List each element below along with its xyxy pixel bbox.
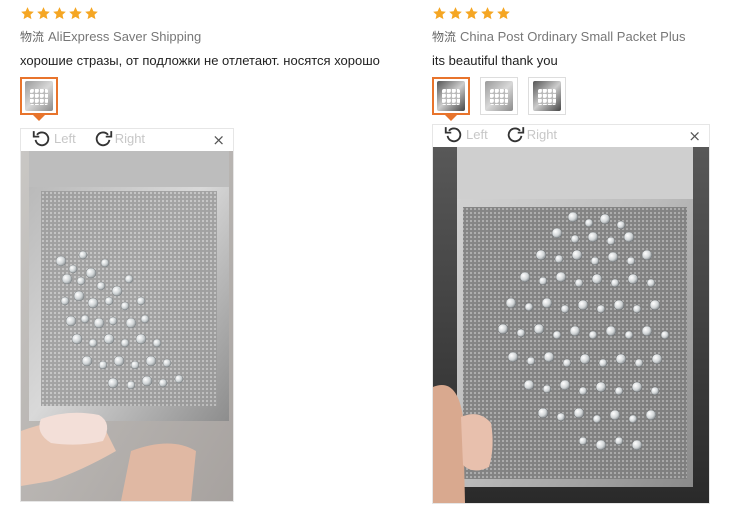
star-icon — [52, 6, 67, 21]
rotate-left-icon — [444, 127, 462, 143]
rotate-right-icon — [95, 131, 112, 147]
review-thumbnails — [20, 77, 420, 121]
image-viewer-2: Left Right × — [432, 124, 710, 504]
rotate-right-label: Right — [114, 130, 146, 146]
star-icon — [464, 6, 479, 21]
rotate-left-button[interactable]: Left — [443, 123, 488, 145]
image-viewer-1: Left Right × — [20, 128, 234, 502]
rotate-left-label: Left — [54, 130, 76, 146]
close-icon[interactable]: × — [212, 131, 225, 149]
star-icon — [36, 6, 51, 21]
rotate-right-icon — [507, 127, 524, 143]
shipping-info: 物流 China Post Ordinary Small Packet Plus — [432, 29, 742, 45]
rotate-right-button[interactable]: Right — [92, 127, 145, 149]
review-photo — [21, 151, 233, 501]
star-icon — [480, 6, 495, 21]
rotate-left-icon — [32, 131, 50, 147]
review-text: its beautiful thank you — [432, 53, 558, 68]
review-thumbnails — [432, 77, 742, 121]
shipping-info: 物流 AliExpress Saver Shipping — [20, 29, 420, 45]
star-rating — [20, 5, 420, 21]
rotate-right-label: Right — [526, 126, 558, 142]
star-icon — [68, 6, 83, 21]
review-thumbnail[interactable] — [432, 77, 470, 121]
star-icon — [448, 6, 463, 21]
star-icon — [496, 6, 511, 21]
shipping-method: AliExpress Saver Shipping — [48, 29, 202, 44]
star-icon — [20, 6, 35, 21]
rotate-left-button[interactable]: Left — [31, 127, 76, 149]
shipping-key: 物流 — [432, 30, 457, 44]
viewer-toolbar: Left Right × — [21, 127, 233, 149]
star-icon — [432, 6, 447, 21]
review-photo — [433, 147, 709, 503]
review-card-1: 物流 AliExpress Saver Shipping хорошие стра… — [20, 0, 420, 121]
rotate-right-button[interactable]: Right — [504, 123, 557, 145]
review-card-2: 物流 China Post Ordinary Small Packet Plus … — [432, 0, 742, 121]
star-rating — [432, 5, 742, 21]
review-thumbnail[interactable] — [20, 77, 58, 121]
close-icon[interactable]: × — [688, 127, 701, 145]
shipping-method: China Post Ordinary Small Packet Plus — [460, 29, 686, 44]
review-text: хорошие стразы, от подложки не отлетают.… — [20, 53, 380, 68]
shipping-key: 物流 — [20, 30, 45, 44]
star-icon — [84, 6, 99, 21]
review-thumbnail[interactable] — [480, 77, 518, 115]
review-thumbnail[interactable] — [528, 77, 566, 115]
rotate-left-label: Left — [466, 126, 488, 142]
viewer-toolbar: Left Right × — [433, 123, 709, 145]
